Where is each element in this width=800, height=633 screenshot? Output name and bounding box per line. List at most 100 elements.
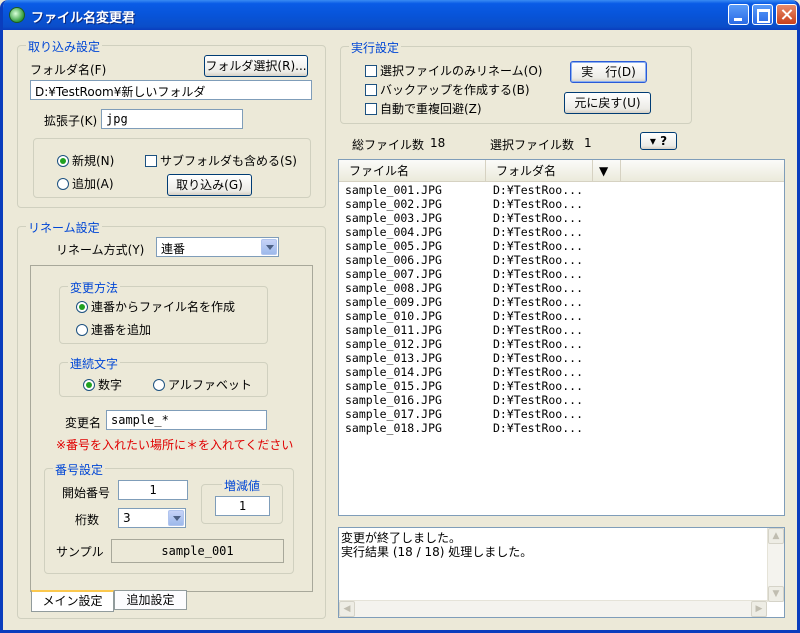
result-log[interactable]: 変更が終了しました。 実行結果 (18 / 18) 処理しました。 ▲ ▼ ◀ … xyxy=(338,527,785,618)
selected-files-label: 選択ファイル数 xyxy=(490,138,575,152)
row-folder-name: D:¥TestRoo... xyxy=(493,337,584,351)
sequence-char-legend: 連続文字 xyxy=(68,355,121,372)
radio-digits[interactable]: 数字 xyxy=(83,376,122,393)
table-row[interactable]: sample_013.JPG D:¥TestRoo... xyxy=(345,351,583,365)
start-number-input[interactable]: 1 xyxy=(118,480,188,500)
extension-label: 拡張子(K) xyxy=(44,114,98,128)
table-row[interactable]: sample_007.JPG D:¥TestRoo... xyxy=(345,267,583,281)
log-vertical-scrollbar[interactable]: ▲ ▼ xyxy=(767,528,784,602)
file-list[interactable]: ファイル名 フォルダ名 ▼ sample_001.JPG D:¥TestRoo..… xyxy=(338,159,785,516)
table-row[interactable]: sample_004.JPG D:¥TestRoo... xyxy=(345,225,583,239)
table-row[interactable]: sample_006.JPG D:¥TestRoo... xyxy=(345,253,583,267)
row-file-name: sample_001.JPG xyxy=(345,183,442,197)
table-row[interactable]: sample_002.JPG D:¥TestRoo... xyxy=(345,197,583,211)
table-row[interactable]: sample_014.JPG D:¥TestRoo... xyxy=(345,365,583,379)
row-file-name: sample_003.JPG xyxy=(345,211,442,225)
run-button[interactable]: 実 行(D) xyxy=(570,61,647,83)
selected-files-value: 1 xyxy=(584,136,592,150)
radio-append[interactable]: 追加(A) xyxy=(57,175,114,192)
table-row[interactable]: sample_017.JPG D:¥TestRoo... xyxy=(345,407,583,421)
radio-build-from-sequence[interactable]: 連番からファイル名を作成 xyxy=(76,298,235,315)
chevron-down-icon[interactable] xyxy=(261,239,277,255)
tab-main-settings[interactable]: メイン設定 xyxy=(31,590,114,612)
rename-settings-legend: リネーム設定 xyxy=(26,219,102,236)
table-row[interactable]: sample_016.JPG D:¥TestRoo... xyxy=(345,393,583,407)
table-row[interactable]: sample_008.JPG D:¥TestRoo... xyxy=(345,281,583,295)
column-file-name[interactable]: ファイル名 xyxy=(339,160,486,182)
log-line-2: 実行結果 (18 / 18) 処理しました。 xyxy=(341,545,533,559)
row-folder-name: D:¥TestRoo... xyxy=(493,323,584,337)
row-file-name: sample_015.JPG xyxy=(345,379,442,393)
folder-select-button[interactable]: フォルダ選択(R)... xyxy=(204,55,308,77)
row-file-name: sample_017.JPG xyxy=(345,407,442,421)
row-folder-name: D:¥TestRoo... xyxy=(493,379,584,393)
row-file-name: sample_002.JPG xyxy=(345,197,442,211)
step-input[interactable]: 1 xyxy=(215,496,270,516)
scroll-right-icon[interactable]: ▶ xyxy=(751,601,767,617)
scroll-left-icon[interactable]: ◀ xyxy=(339,601,355,617)
row-file-name: sample_008.JPG xyxy=(345,281,442,295)
scroll-down-icon[interactable]: ▼ xyxy=(768,586,784,602)
table-row[interactable]: sample_011.JPG D:¥TestRoo... xyxy=(345,323,583,337)
app-window: ファイル名変更君 取り込み設定 フォルダ名(F) フォルダ選択(R)... D:… xyxy=(0,0,800,633)
table-row[interactable]: sample_001.JPG D:¥TestRoo... xyxy=(345,183,583,197)
row-folder-name: D:¥TestRoo... xyxy=(493,407,584,421)
row-folder-name: D:¥TestRoo... xyxy=(493,183,584,197)
digits-select[interactable]: 3 xyxy=(118,508,186,528)
column-folder-name[interactable]: フォルダ名 xyxy=(486,160,593,182)
avoid-duplicate-checkbox[interactable]: 自動で重複回避(Z) xyxy=(365,100,482,117)
extension-input[interactable]: jpg xyxy=(101,109,243,129)
sample-label: サンプル xyxy=(56,545,104,559)
chevron-down-icon[interactable] xyxy=(168,510,184,526)
new-name-label: 変更名 xyxy=(65,416,102,430)
table-row[interactable]: sample_012.JPG D:¥TestRoo... xyxy=(345,337,583,351)
tab-extra-settings[interactable]: 追加設定 xyxy=(114,590,187,610)
table-row[interactable]: sample_009.JPG D:¥TestRoo... xyxy=(345,295,583,309)
scroll-up-icon[interactable]: ▲ xyxy=(768,528,784,544)
start-number-label: 開始番号 xyxy=(62,486,111,500)
radio-append-seq-label: 連番を追加 xyxy=(91,323,152,337)
radio-digits-label: 数字 xyxy=(98,378,123,392)
close-button[interactable] xyxy=(776,4,797,25)
radio-append-sequence[interactable]: 連番を追加 xyxy=(76,321,151,338)
include-subfolders-checkbox[interactable]: サブフォルダも含める(S) xyxy=(145,152,297,169)
row-folder-name: D:¥TestRoo... xyxy=(493,351,584,365)
execution-settings-legend: 実行設定 xyxy=(349,39,402,56)
sort-arrow-icon[interactable]: ▼ xyxy=(593,160,621,182)
table-row[interactable]: sample_018.JPG D:¥TestRoo... xyxy=(345,421,583,435)
new-name-input[interactable]: sample_* xyxy=(106,410,267,430)
radio-new[interactable]: 新規(N) xyxy=(57,152,114,169)
window-title: ファイル名変更君 xyxy=(31,11,136,26)
radio-alphabet[interactable]: アルファベット xyxy=(153,376,252,393)
table-row[interactable]: sample_005.JPG D:¥TestRoo... xyxy=(345,239,583,253)
rename-method-select[interactable]: 連番 xyxy=(156,237,279,257)
minimize-button[interactable] xyxy=(728,4,749,25)
folder-path-input[interactable]: D:¥TestRoom¥新しいフォルダ xyxy=(30,80,312,100)
row-file-name: sample_014.JPG xyxy=(345,365,442,379)
help-menu-button[interactable]: ▾ ? xyxy=(640,132,677,150)
row-file-name: sample_018.JPG xyxy=(345,421,442,435)
table-row[interactable]: sample_003.JPG D:¥TestRoo... xyxy=(345,211,583,225)
selected-only-checkbox[interactable]: 選択ファイルのみリネーム(O) xyxy=(365,62,542,79)
undo-button[interactable]: 元に戻す(U) xyxy=(564,92,651,114)
row-file-name: sample_013.JPG xyxy=(345,351,442,365)
radio-build-dot xyxy=(76,301,88,313)
selected-only-box xyxy=(365,65,377,77)
table-row[interactable]: sample_010.JPG D:¥TestRoo... xyxy=(345,309,583,323)
avoid-duplicate-box xyxy=(365,103,377,115)
backup-label: バックアップを作成する(B) xyxy=(380,83,530,97)
table-row[interactable]: sample_015.JPG D:¥TestRoo... xyxy=(345,379,583,393)
row-file-name: sample_007.JPG xyxy=(345,267,442,281)
maximize-button[interactable] xyxy=(752,4,773,25)
include-subfolders-label: サブフォルダも含める(S) xyxy=(160,154,297,168)
radio-new-label: 新規(N) xyxy=(72,154,115,168)
row-folder-name: D:¥TestRoo... xyxy=(493,225,584,239)
backup-checkbox[interactable]: バックアップを作成する(B) xyxy=(365,81,530,98)
app-icon xyxy=(9,7,25,23)
row-file-name: sample_004.JPG xyxy=(345,225,442,239)
import-button[interactable]: 取り込み(G) xyxy=(167,174,252,196)
log-horizontal-scrollbar[interactable]: ◀ ▶ xyxy=(339,600,767,617)
title-bar[interactable]: ファイル名変更君 xyxy=(3,0,797,30)
step-legend: 増減値 xyxy=(222,477,263,494)
row-file-name: sample_012.JPG xyxy=(345,337,442,351)
